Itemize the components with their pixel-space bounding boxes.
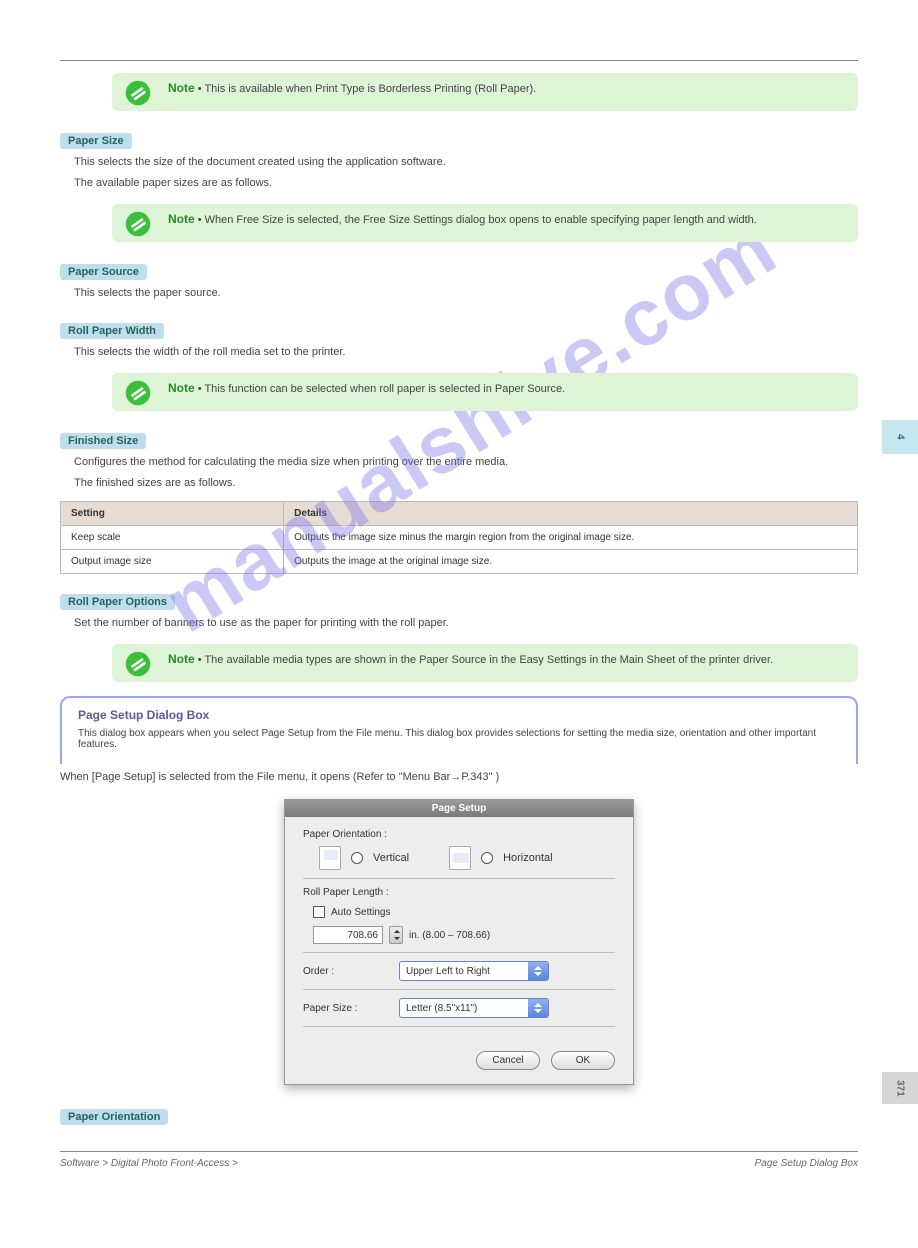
table-header-details: Details [284, 502, 858, 526]
footer: Software > Digital Photo Front-Access > … [60, 1158, 858, 1169]
section-title: Page Setup Dialog Box [78, 708, 840, 722]
finished-size-table: Setting Details Keep scale Outputs the i… [60, 501, 858, 574]
heading-finished-size: Finished Size [60, 433, 146, 449]
note-text: • The available media types are shown in… [198, 654, 773, 666]
vertical-radio[interactable] [351, 852, 363, 864]
pencil-icon [124, 650, 152, 678]
chevron-updown-icon [528, 962, 548, 980]
dialog-screenshot: Page Setup Paper Orientation : Vertical … [60, 799, 858, 1085]
pencil-icon [124, 210, 152, 238]
order-value: Upper Left to Right [400, 966, 528, 977]
pencil-icon [124, 379, 152, 407]
paragraph: The finished sizes are as follows. [74, 476, 858, 491]
paragraph: Configures the method for calculating th… [74, 455, 858, 470]
table-row: Output image size Outputs the image at t… [61, 550, 858, 574]
paragraph: This selects the size of the document cr… [74, 155, 858, 170]
chevron-updown-icon [528, 999, 548, 1017]
paper-size-value: Letter (8.5"x11") [400, 1003, 528, 1014]
table-cell: Keep scale [61, 526, 284, 550]
dialog-title: Page Setup [285, 800, 633, 817]
note-box: Note • This is available when Print Type… [112, 73, 858, 111]
order-combo[interactable]: Upper Left to Right [399, 961, 549, 981]
cancel-button[interactable]: Cancel [476, 1051, 540, 1070]
paragraph: Set the number of banners to use as the … [74, 616, 858, 631]
landscape-icon [449, 846, 471, 870]
heading-paper-source: Paper Source [60, 264, 147, 280]
paragraph: This selects the paper source. [74, 286, 858, 301]
horizontal-label: Horizontal [503, 852, 553, 864]
paragraph: This selects the width of the roll media… [74, 345, 858, 360]
order-label: Order : [303, 966, 393, 977]
length-hint: in. (8.00 – 708.66) [409, 930, 490, 941]
document-page: manualshive.com 4 371 Note • This is ava… [0, 60, 918, 1248]
note-text: • When Free Size is selected, the Free S… [198, 214, 757, 226]
note-box: Note • When Free Size is selected, the F… [112, 204, 858, 242]
section-subtitle: This dialog box appears when you select … [78, 728, 840, 750]
table-cell: Output image size [61, 550, 284, 574]
table-row: Keep scale Outputs the image size minus … [61, 526, 858, 550]
top-rule [60, 60, 858, 61]
note-label: Note [168, 381, 195, 395]
pencil-icon [124, 79, 152, 107]
auto-settings-label: Auto Settings [331, 907, 390, 918]
note-label: Note [168, 81, 195, 95]
paper-size-label: Paper Size : [303, 1003, 393, 1014]
portrait-icon [319, 846, 341, 870]
note-text: • This is available when Print Type is B… [198, 83, 536, 95]
footer-page-title: Page Setup Dialog Box [755, 1158, 858, 1169]
note-text: • This function can be selected when rol… [198, 383, 565, 395]
vertical-label: Vertical [373, 852, 409, 864]
table-header-setting: Setting [61, 502, 284, 526]
table-cell: Outputs the image size minus the margin … [284, 526, 858, 550]
note-label: Note [168, 652, 195, 666]
heading-paper-size: Paper Size [60, 133, 132, 149]
section-page-setup-dialog: Page Setup Dialog Box This dialog box ap… [60, 696, 858, 764]
heading-roll-paper-width: Roll Paper Width [60, 323, 164, 339]
paragraph: The available paper sizes are as follows… [74, 176, 858, 191]
bottom-rule [60, 1151, 858, 1152]
heading-paper-orientation: Paper Orientation [60, 1109, 168, 1125]
horizontal-radio[interactable] [481, 852, 493, 864]
heading-roll-paper-options: Roll Paper Options [60, 594, 175, 610]
side-tab-chapter: 4 [882, 420, 918, 454]
table-cell: Outputs the image at the original image … [284, 550, 858, 574]
footer-breadcrumb: Software > Digital Photo Front-Access > [60, 1158, 238, 1169]
length-stepper[interactable] [389, 926, 403, 944]
length-input[interactable]: 708.66 [313, 926, 383, 944]
note-box: Note • The available media types are sho… [112, 644, 858, 682]
page-setup-dialog: Page Setup Paper Orientation : Vertical … [284, 799, 634, 1085]
side-tab-page: 371 [882, 1072, 918, 1104]
note-label: Note [168, 212, 195, 226]
note-box: Note • This function can be selected whe… [112, 373, 858, 411]
paper-size-combo[interactable]: Letter (8.5"x11") [399, 998, 549, 1018]
roll-paper-length-label: Roll Paper Length : [303, 887, 615, 898]
paper-orientation-label: Paper Orientation : [303, 829, 615, 840]
paragraph: When [Page Setup] is selected from the F… [60, 770, 858, 785]
ok-button[interactable]: OK [551, 1051, 615, 1070]
auto-settings-checkbox[interactable] [313, 906, 325, 918]
